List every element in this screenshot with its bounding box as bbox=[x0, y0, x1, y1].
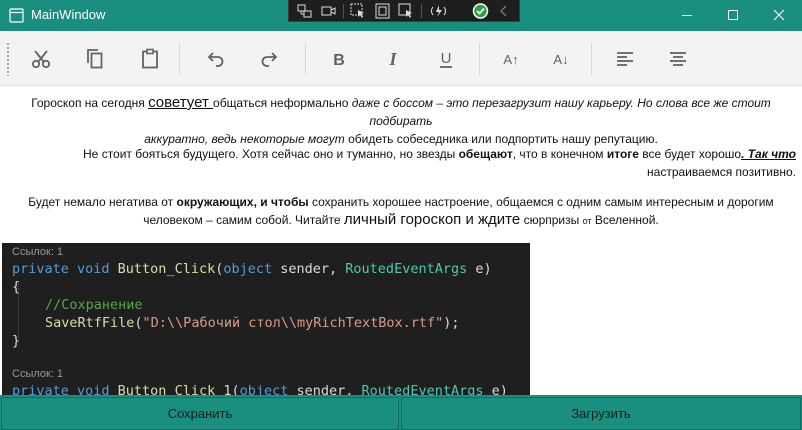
increase-font-icon[interactable]: A↑ bbox=[496, 44, 526, 74]
text-run: человеком – самим собой. Читайте bbox=[143, 213, 344, 227]
redo-icon[interactable] bbox=[255, 44, 285, 74]
track-focus-icon[interactable] bbox=[397, 2, 416, 20]
maximize-icon[interactable] bbox=[710, 0, 756, 31]
text-run: обещают bbox=[458, 147, 513, 161]
paragraph-1: Гороскоп на сегодня советует общаться не… bbox=[0, 94, 802, 148]
collapse-chevron-icon[interactable] bbox=[495, 2, 514, 20]
underline-icon[interactable]: U bbox=[431, 44, 461, 74]
bold-icon[interactable]: B bbox=[324, 44, 354, 74]
svg-text:I: I bbox=[388, 49, 397, 69]
align-center-icon[interactable] bbox=[663, 44, 693, 74]
text-run: окружающих, и чтобы bbox=[176, 195, 309, 209]
hot-reload-icon[interactable] bbox=[429, 2, 448, 20]
svg-text:A↓: A↓ bbox=[553, 52, 568, 67]
close-icon[interactable] bbox=[756, 0, 802, 31]
text-run: все будет хорошо bbox=[638, 147, 742, 161]
text-run: сохранить хорошее настроение, общаемся с… bbox=[308, 195, 774, 209]
select-element-icon[interactable] bbox=[349, 2, 368, 20]
text-run: общаться неформально bbox=[213, 96, 352, 110]
undo-icon[interactable] bbox=[200, 44, 230, 74]
live-visual-tree-icon[interactable] bbox=[295, 2, 314, 20]
text-run: личный гороскоп и ждите bbox=[343, 211, 521, 228]
wpf-runtime-toolbar bbox=[288, 0, 520, 22]
text-run: настраиваемся позитивно. bbox=[647, 165, 796, 179]
align-left-icon[interactable] bbox=[610, 44, 640, 74]
code-line: SaveRtfFile("D:\\Рабочий стол\\myRichTex… bbox=[45, 315, 460, 331]
text-run: Гороскоп на сегодня bbox=[31, 96, 149, 110]
paste-icon[interactable] bbox=[135, 44, 165, 74]
code-line: private void Button_Click(object sender,… bbox=[12, 261, 492, 277]
check-icon bbox=[471, 2, 490, 20]
text-run: , что в конечном bbox=[512, 147, 607, 161]
code-screenshot-image: Ссылок: 1 private void Button_Click(obje… bbox=[2, 243, 530, 395]
code-references-label: Ссылок: 1 bbox=[12, 368, 64, 380]
window-title: MainWindow bbox=[31, 7, 106, 22]
camera-icon[interactable] bbox=[319, 2, 338, 20]
text-run: аккуратно, ведь некоторые могут bbox=[144, 132, 349, 146]
paragraph-2: Не стоит бояться будущего. Хотя сейчас о… bbox=[0, 145, 796, 181]
svg-text:A↑: A↑ bbox=[503, 52, 518, 67]
copy-icon[interactable] bbox=[80, 44, 110, 74]
button-bar: Сохранить Загрузить bbox=[0, 395, 802, 430]
cut-icon[interactable] bbox=[26, 44, 56, 74]
code-line: private void Button_Click_1(object sende… bbox=[12, 383, 508, 395]
text-run: сюрпризы bbox=[520, 213, 583, 227]
minimize-icon[interactable] bbox=[664, 0, 710, 31]
save-button[interactable]: Сохранить bbox=[1, 397, 399, 430]
decrease-font-icon[interactable]: A↓ bbox=[546, 44, 576, 74]
code-line: } bbox=[12, 333, 21, 349]
app-icon bbox=[9, 8, 24, 23]
code-line: //Сохранение bbox=[45, 297, 143, 313]
text-run: . Так что bbox=[741, 147, 796, 161]
text-run: от bbox=[582, 216, 592, 226]
text-run: Будет немало негатива от bbox=[28, 195, 177, 209]
text-run: советует bbox=[148, 94, 214, 111]
text-run: даже с боссом – это перезагрузит нашу ка… bbox=[351, 96, 771, 128]
text-run: Вселенной. bbox=[591, 213, 659, 227]
text-run: Не стоит бояться будущего. Хотя сейчас о… bbox=[83, 147, 459, 161]
formatting-toolbar: B I U A↑ A↓ bbox=[0, 31, 802, 86]
svg-text:U: U bbox=[441, 50, 452, 67]
italic-icon[interactable]: I bbox=[378, 44, 408, 74]
load-button[interactable]: Загрузить bbox=[401, 397, 801, 430]
text-run: итоге bbox=[606, 147, 639, 161]
text-run: обидеть собеседника или подпортить нашу … bbox=[348, 132, 658, 146]
display-layout-adorners-icon[interactable] bbox=[373, 2, 392, 20]
code-references-label: Ссылок: 1 bbox=[12, 246, 64, 258]
title-bar: MainWindow bbox=[0, 0, 802, 31]
toolbar-grip[interactable] bbox=[6, 42, 10, 76]
paragraph-3: Будет немало негатива от окружающих, и ч… bbox=[0, 193, 802, 230]
rich-text-box[interactable]: Гороскоп на сегодня советует общаться не… bbox=[0, 86, 802, 395]
svg-text:B: B bbox=[333, 52, 345, 69]
